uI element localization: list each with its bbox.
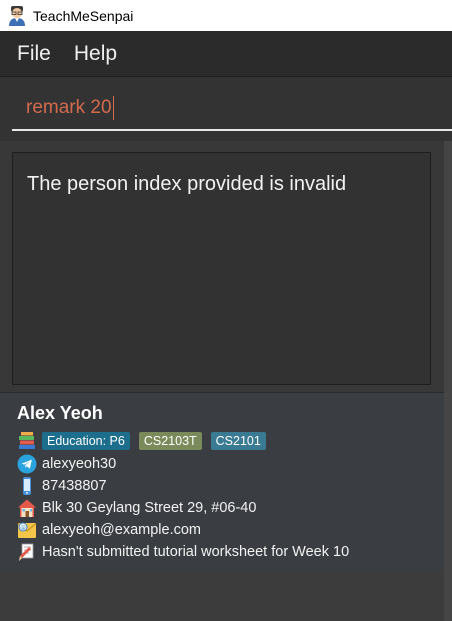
command-input-text: remark 20 [26, 97, 112, 118]
result-display[interactable]: The person index provided is invalid [12, 152, 431, 385]
svg-text:@: @ [20, 525, 26, 531]
senpai-icon [9, 5, 25, 26]
remark-icon [19, 543, 34, 561]
person-telegram-row: alexyeoh30 [17, 454, 116, 474]
person-phone-row: 87438807 [17, 476, 107, 496]
command-area: remark 20 [0, 77, 452, 141]
text-caret [112, 96, 114, 120]
person-list: Alex Yeoh Education: P6 CS2103T CS2101 a… [0, 392, 444, 621]
tag-badge: CS2101 [210, 432, 266, 450]
tag-badge: CS2103T [138, 432, 202, 450]
menu-bar: File Help [0, 31, 452, 77]
person-name: Alex Yeoh [17, 403, 103, 423]
person-remark: Hasn't submitted tutorial worksheet for … [42, 544, 350, 560]
email-icon: @ [17, 522, 37, 538]
house-icon [18, 499, 36, 517]
scrollbar[interactable] [444, 141, 452, 621]
person-email-row: @ alexyeoh@example.com [17, 520, 201, 540]
books-icon [19, 432, 35, 449]
telegram-icon [17, 454, 37, 474]
person-remark-row: Hasn't submitted tutorial worksheet for … [17, 542, 349, 562]
person-email: alexyeoh@example.com [42, 522, 201, 538]
command-input[interactable]: remark 20 [12, 87, 452, 131]
person-telegram: alexyeoh30 [42, 456, 117, 472]
person-address: Blk 30 Geylang Street 29, #06-40 [42, 500, 257, 516]
person-address-row: Blk 30 Geylang Street 29, #06-40 [17, 498, 256, 518]
phone-icon [23, 477, 31, 495]
person-tags-row: Education: P6 CS2103T CS2101 [17, 431, 275, 451]
window-title: TeachMeSenpai [33, 7, 134, 24]
window-titlebar: TeachMeSenpai [0, 0, 452, 31]
menu-help[interactable]: Help [74, 42, 117, 66]
person-card[interactable]: Alex Yeoh Education: P6 CS2103T CS2101 a… [0, 392, 444, 570]
menu-file[interactable]: File [17, 42, 51, 66]
tag-badge: Education: P6 [42, 432, 130, 450]
result-display-container: The person index provided is invalid [0, 141, 444, 392]
person-phone: 87438807 [42, 478, 107, 494]
result-message: The person index provided is invalid [27, 173, 347, 195]
